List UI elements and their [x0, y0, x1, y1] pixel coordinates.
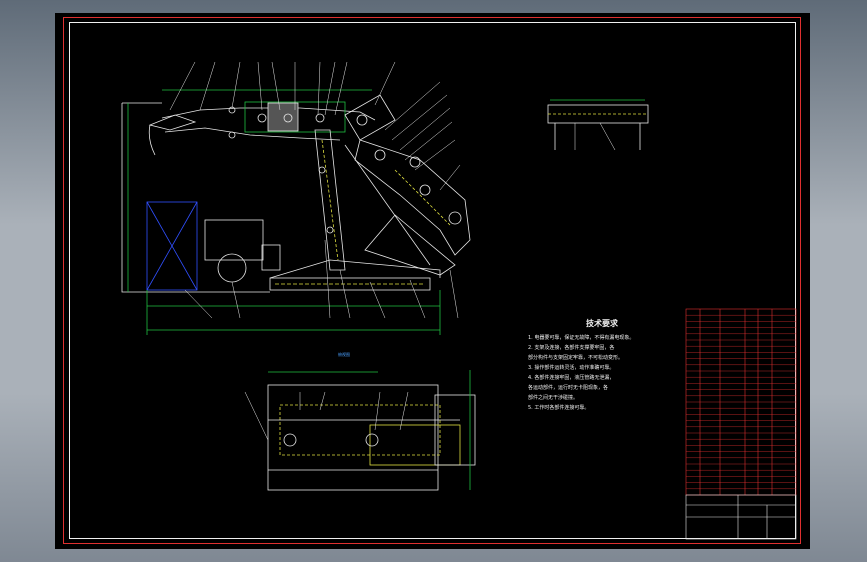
notes-list: 1. 电器要可靠，保证无故障，不得有漏电现象。 2. 支架及连接，各部件支撑要牢固… [528, 333, 676, 413]
bom-rows [686, 314, 796, 490]
note-line: 4. 各部件连接牢固，液压管路无泄漏， [528, 375, 615, 381]
notes-title: 技术要求 [586, 319, 618, 328]
note-line: 5. 工作时各部件连接可靠。 [528, 405, 590, 411]
note-line: 部分构件与支架固定牢靠，不可松动变形。 [528, 355, 624, 361]
note-line: 1. 电器要可靠，保证无故障，不得有漏电现象。 [528, 335, 635, 341]
technical-requirements: 技术要求 1. 电器要可靠，保证无故障，不得有漏电现象。 2. 支架及连接，各部件… [528, 318, 676, 413]
note-line: 各运动部件，运行时无卡阻现象，各 [528, 385, 609, 391]
plan-view [244, 370, 476, 491]
side-elevation-view [121, 61, 471, 335]
note-line: 部件之间无干涉碰撞。 [528, 395, 579, 401]
note-line: 3. 操作部件运转灵活，动作准确可靠。 [528, 365, 615, 371]
plan-view-label: 俯视图 [338, 352, 350, 357]
detail-view [547, 99, 649, 151]
note-line: 2. 支架及连接，各部件支撑要牢固，各 [528, 345, 615, 351]
